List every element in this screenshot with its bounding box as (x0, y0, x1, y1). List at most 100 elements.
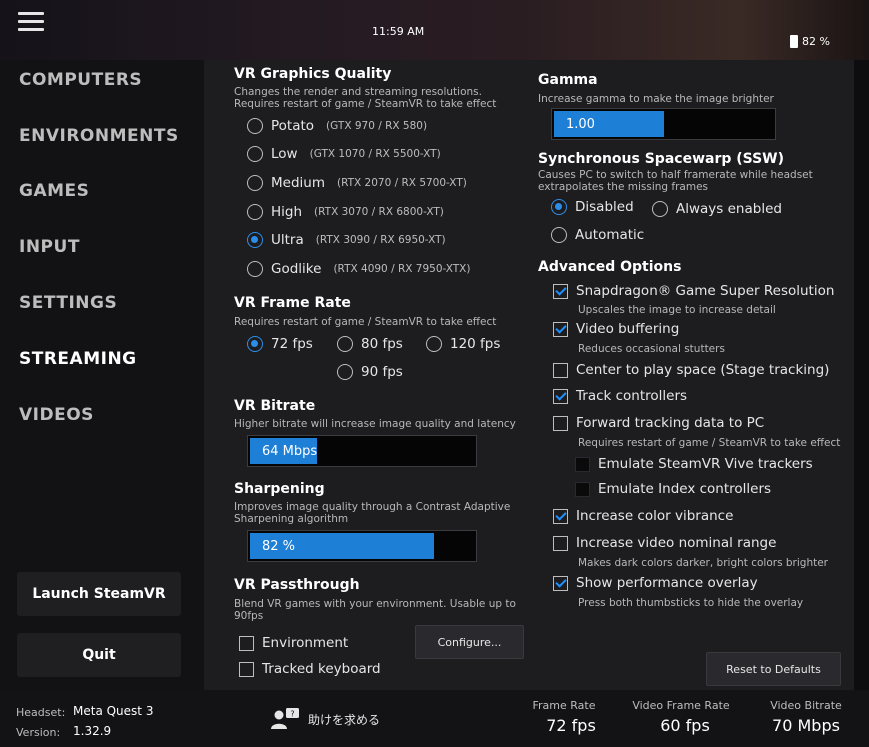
checkbox-icon (575, 481, 590, 497)
option-label: 80 fps (361, 336, 403, 352)
option-label: Disabled (575, 199, 634, 215)
passthrough-environment-checkbox[interactable]: Environment (239, 635, 348, 651)
version-value: 1.32.9 (73, 724, 112, 738)
video-bitrate-stat-label: Video Bitrate (770, 699, 842, 712)
option-hint: (RTX 3090 / RX 6950-XT) (315, 234, 446, 246)
option-label: Emulate SteamVR Vive trackers (598, 456, 813, 472)
top-status-bar: 11:59 AM 82 % (0, 0, 869, 60)
option-label: Tracked keyboard (262, 661, 381, 677)
checkbox-checked-icon (553, 388, 568, 404)
advanced-performance-overlay-checkbox[interactable]: Show performance overlay (553, 575, 758, 591)
frame-rate-stat-value: 72 fps (546, 716, 596, 735)
option-label: Increase color vibrance (576, 508, 734, 524)
bitrate-slider[interactable]: 64 Mbps (247, 435, 477, 467)
option-label: Snapdragon® Game Super Resolution (576, 283, 835, 299)
frame-rate-option-120[interactable]: 120 fps (426, 336, 500, 352)
nav-item-environments[interactable]: ENVIRONMENTS (19, 126, 179, 146)
checkbox-icon (239, 661, 254, 677)
sidebar: COMPUTERS ENVIRONMENTS GAMES INPUT SETTI… (0, 60, 204, 690)
advanced-nominal-range-checkbox[interactable]: Increase video nominal range (553, 535, 776, 551)
quit-button[interactable]: Quit (17, 633, 181, 677)
nav-item-computers[interactable]: COMPUTERS (19, 70, 142, 90)
advanced-gsr-checkbox[interactable]: Snapdragon® Game Super Resolution (553, 283, 834, 299)
option-label: Potato (271, 118, 315, 134)
bitrate-title: VR Bitrate (234, 398, 316, 414)
radio-icon (247, 261, 263, 277)
passthrough-desc: Blend VR games with your environment. Us… (234, 598, 516, 622)
nav-item-videos[interactable]: VIDEOS (19, 405, 94, 425)
option-label: Center to play space (Stage tracking) (576, 362, 830, 378)
hamburger-menu-icon[interactable] (18, 12, 44, 32)
graphics-option-high[interactable]: High (RTX 3070 / RX 6800-XT) (247, 204, 444, 220)
graphics-option-ultra[interactable]: Ultra (RTX 3090 / RX 6950-XT) (247, 232, 446, 248)
video-frame-rate-stat-value: 60 fps (660, 716, 710, 735)
advanced-forward-tracking-desc: Requires restart of game / SteamVR to ta… (578, 437, 841, 449)
radio-icon (247, 175, 263, 191)
option-label: Always enabled (676, 201, 782, 217)
radio-selected-icon (247, 232, 263, 248)
graphics-option-medium[interactable]: Medium (RTX 2070 / RX 5700-XT) (247, 175, 467, 191)
graphics-option-low[interactable]: Low (GTX 1070 / RX 5500-XT) (247, 146, 441, 162)
checkbox-checked-icon (553, 575, 568, 591)
advanced-track-controllers-checkbox[interactable]: Track controllers (553, 388, 687, 404)
advanced-stage-tracking-checkbox[interactable]: Center to play space (Stage tracking) (553, 362, 829, 378)
radio-icon (652, 201, 668, 217)
radio-icon (247, 146, 263, 162)
launch-steamvr-button[interactable]: Launch SteamVR (17, 572, 181, 616)
gamma-desc: Increase gamma to make the image brighte… (538, 93, 774, 105)
option-hint: (RTX 2070 / RX 5700-XT) (336, 177, 467, 189)
frame-rate-option-90[interactable]: 90 fps (337, 364, 403, 380)
graphics-option-godlike[interactable]: Godlike (RTX 4090 / RX 7950-XTX) (247, 261, 470, 277)
gamma-title: Gamma (538, 72, 598, 88)
advanced-vive-trackers-checkbox[interactable]: Emulate SteamVR Vive trackers (575, 456, 813, 472)
radio-icon (551, 227, 567, 243)
option-label: 72 fps (271, 336, 313, 352)
checkbox-checked-icon (553, 321, 568, 337)
footer-status-bar: Headset: Meta Quest 3 Version: 1.32.9 ? … (0, 690, 869, 747)
nav-item-input[interactable]: INPUT (19, 237, 80, 257)
graphics-quality-title: VR Graphics Quality (234, 66, 392, 82)
bitrate-desc: Higher bitrate will increase image quali… (234, 418, 516, 430)
frame-rate-option-80[interactable]: 80 fps (337, 336, 403, 352)
help-person-icon: ? (271, 708, 299, 729)
checkbox-checked-icon (553, 283, 568, 299)
advanced-index-controllers-checkbox[interactable]: Emulate Index controllers (575, 481, 771, 497)
frame-rate-option-72[interactable]: 72 fps (247, 336, 313, 352)
ssw-option-disabled[interactable]: Disabled (551, 199, 634, 215)
option-label: Show performance overlay (576, 575, 758, 591)
svg-text:?: ? (290, 710, 294, 719)
advanced-forward-tracking-checkbox[interactable]: Forward tracking data to PC (553, 415, 764, 431)
option-label: Track controllers (576, 388, 688, 404)
ssw-option-always-enabled[interactable]: Always enabled (652, 201, 782, 217)
advanced-color-vibrance-checkbox[interactable]: Increase color vibrance (553, 508, 733, 524)
configure-passthrough-button[interactable]: Configure... (415, 625, 524, 659)
frame-rate-desc: Requires restart of game / SteamVR to ta… (234, 316, 497, 328)
option-hint: (GTX 1070 / RX 5500-XT) (309, 148, 441, 160)
sharpening-slider[interactable]: 82 % (247, 530, 477, 562)
passthrough-keyboard-checkbox[interactable]: Tracked keyboard (239, 661, 381, 677)
option-label: Low (271, 146, 298, 162)
reset-to-defaults-button[interactable]: Reset to Defaults (706, 652, 841, 686)
nav-item-settings[interactable]: SETTINGS (19, 293, 117, 313)
headset-label: Headset: (16, 706, 66, 719)
advanced-video-buffering-checkbox[interactable]: Video buffering (553, 321, 679, 337)
frame-rate-title: VR Frame Rate (234, 295, 351, 311)
checkbox-icon (575, 456, 590, 472)
ssw-option-automatic[interactable]: Automatic (551, 227, 644, 243)
gamma-slider[interactable]: 1.00 (551, 108, 776, 140)
help-button[interactable]: ? 助けを求める (270, 708, 380, 730)
option-label: Forward tracking data to PC (576, 415, 765, 431)
radio-icon (426, 336, 442, 352)
option-label: Video buffering (576, 321, 680, 337)
graphics-quality-desc: Changes the render and streaming resolut… (234, 86, 497, 110)
gamma-value: 1.00 (566, 117, 595, 132)
graphics-option-potato[interactable]: Potato (GTX 970 / RX 580) (247, 118, 427, 134)
nav-item-streaming[interactable]: STREAMING (19, 349, 137, 369)
nav-item-games[interactable]: GAMES (19, 181, 89, 201)
checkbox-icon (239, 635, 254, 651)
option-label: Environment (262, 635, 349, 651)
option-label: Increase video nominal range (576, 535, 777, 551)
radio-selected-icon (247, 336, 263, 352)
option-label: Godlike (271, 261, 322, 277)
option-hint: (GTX 970 / RX 580) (326, 120, 428, 132)
